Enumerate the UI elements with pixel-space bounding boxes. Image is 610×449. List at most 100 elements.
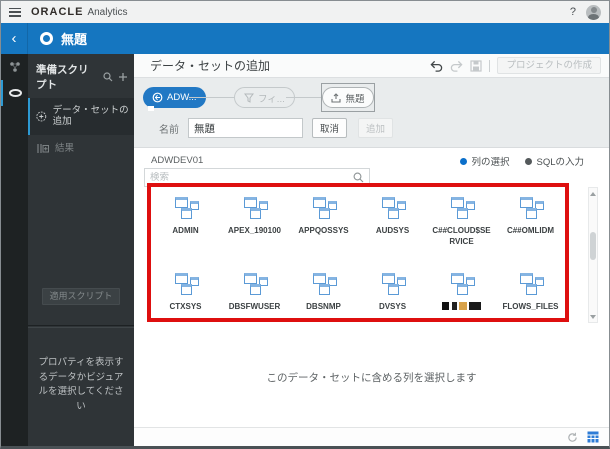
search-icon[interactable]	[103, 72, 113, 82]
search-icon[interactable]	[353, 172, 364, 183]
add-button[interactable]: 追加	[358, 118, 394, 138]
schema-item[interactable]	[427, 273, 496, 312]
name-form: 名前 取消 追加	[159, 118, 394, 138]
scroll-up-arrow[interactable]	[589, 189, 597, 198]
schema-icon	[449, 273, 475, 296]
schema-icon	[311, 273, 337, 296]
redo-icon[interactable]	[450, 60, 464, 72]
panel-header: 準備スクリプト	[28, 54, 134, 98]
schema-label: DBSNMP	[306, 302, 341, 312]
flow-node-label: フィ...	[258, 93, 285, 105]
search-input[interactable]	[145, 172, 353, 183]
name-label: 名前	[159, 124, 179, 136]
page-title: データ・セットの追加	[150, 59, 271, 73]
sidebar-item-label: データ・セットの追加	[52, 105, 129, 128]
dataset-name-input[interactable]	[188, 118, 303, 138]
flow-band: ADW... フィ... 無題 名前 無題 取消 追加	[134, 78, 609, 148]
document-title-bar: ‹ 無題	[1, 23, 609, 54]
schema-label: C##CLOUD$SERVICE	[432, 226, 491, 247]
dataflow-icon	[40, 32, 53, 45]
schema-item[interactable]: APEX_190100	[220, 197, 289, 247]
panel-title: 準備スクリプト	[36, 64, 89, 91]
schema-icon	[242, 273, 268, 296]
radio-dot-unselected	[525, 157, 533, 165]
schema-item[interactable]: DBSNMP	[289, 273, 358, 312]
schema-item[interactable]: APPQOSSYS	[289, 197, 358, 247]
view-options: 列の選択 SQLの入力	[460, 154, 584, 168]
schema-item[interactable]: ADMIN	[151, 197, 220, 247]
radio-enter-sql[interactable]: SQLの入力	[525, 154, 584, 168]
schema-icon	[380, 197, 406, 220]
oracle-logo: ORACLE	[31, 6, 84, 18]
top-app-bar: ORACLE Analytics ?	[1, 1, 609, 23]
radio-select-columns[interactable]: 列の選択	[460, 154, 509, 168]
add-step-icon[interactable]	[118, 72, 128, 82]
sidebar-item-label: 結果	[55, 142, 75, 154]
create-project-button[interactable]: プロジェクトの作成	[497, 57, 601, 74]
schema-icon	[518, 273, 544, 296]
circle-plus-icon	[36, 111, 47, 122]
flow-node-output-selection: 無題	[321, 83, 375, 112]
schema-item[interactable]: C##OMLIDM	[496, 197, 565, 247]
flow-connector	[286, 97, 321, 98]
schema-label: AUDSYS	[375, 226, 410, 235]
connection-name: ADWDEV01	[151, 155, 204, 166]
main-content: データ・セットの追加 プロジェクトの作成 ADW... フィ... 無題 名前 …	[134, 54, 609, 446]
scrollbar[interactable]	[588, 187, 598, 323]
redacted-label	[442, 302, 481, 311]
schema-label: DVSYS	[378, 302, 407, 312]
table-view-icon[interactable]	[587, 431, 599, 443]
properties-hint-text: プロパティを表示するデータかビジュアルを選択してください	[38, 357, 124, 413]
save-icon[interactable]	[470, 59, 483, 72]
schema-label: FLOWS_FILES	[502, 302, 559, 312]
rail-item-diagram[interactable]	[1, 54, 28, 80]
flow-node-handle[interactable]	[148, 106, 154, 111]
connection-icon	[152, 92, 163, 103]
radio-label: 列の選択	[471, 157, 510, 168]
apply-script-button[interactable]: 適用スクリプト	[42, 288, 120, 305]
left-icon-rail	[1, 54, 28, 446]
user-avatar[interactable]	[586, 4, 601, 20]
hamburger-menu-icon[interactable]	[9, 7, 21, 17]
radio-label: SQLの入力	[536, 157, 584, 168]
panel-divider	[28, 325, 134, 328]
schema-item[interactable]: DBSFWUSER	[220, 273, 289, 312]
schema-grid: ADMIN APEX_190100 APPQOSSYS AUDSYS C##CL…	[151, 197, 565, 313]
sidebar-item-add-dataset[interactable]: データ・セットの追加	[28, 98, 134, 135]
rail-item-step[interactable]	[1, 80, 28, 106]
radio-dot-selected	[460, 157, 468, 165]
app-window: ORACLE Analytics ? ‹ 無題 準備スクリプト データ・セットの…	[0, 0, 610, 449]
undo-icon[interactable]	[430, 60, 443, 72]
schema-item[interactable]: AUDSYS	[358, 197, 427, 247]
schema-label: APPQOSSYS	[298, 226, 349, 235]
schema-label: APEX_190100	[228, 226, 281, 235]
refresh-icon[interactable]	[567, 432, 578, 443]
flow-node-label: 無題	[345, 93, 365, 105]
schema-item[interactable]: FLOWS_FILES	[496, 273, 565, 312]
flow-node-output[interactable]: 無題	[322, 87, 374, 108]
flow-connector	[189, 97, 234, 98]
schema-search	[144, 168, 370, 187]
schema-label: C##OMLIDM	[506, 226, 555, 235]
toolbar: プロジェクトの作成	[430, 57, 601, 74]
product-name: Analytics	[87, 6, 128, 18]
schema-icon	[173, 197, 199, 220]
schema-icon	[449, 197, 475, 220]
document-title: 無題	[61, 32, 88, 47]
scroll-down-arrow[interactable]	[589, 312, 597, 321]
schema-icon	[311, 197, 337, 220]
step-oval-icon	[9, 89, 22, 97]
prepare-script-panel: 準備スクリプト データ・セットの追加 結果 適用スクリプト プロパティを表示する…	[28, 54, 134, 446]
schema-item[interactable]: C##CLOUD$SERVICE	[427, 197, 496, 247]
scrollbar-thumb[interactable]	[590, 232, 596, 260]
cluster-icon	[9, 62, 20, 72]
sidebar-item-results[interactable]: 結果	[28, 135, 134, 162]
help-icon[interactable]: ?	[570, 6, 576, 18]
back-button[interactable]: ‹	[1, 23, 28, 54]
cancel-button[interactable]: 取消	[312, 118, 348, 138]
schema-item[interactable]: DVSYS	[358, 273, 427, 312]
empty-selection-message: このデータ・セットに含める列を選択します	[266, 372, 477, 384]
schema-label: ADMIN	[172, 226, 199, 235]
toolbar-separator	[489, 59, 491, 72]
schema-item[interactable]: CTXSYS	[151, 273, 220, 312]
